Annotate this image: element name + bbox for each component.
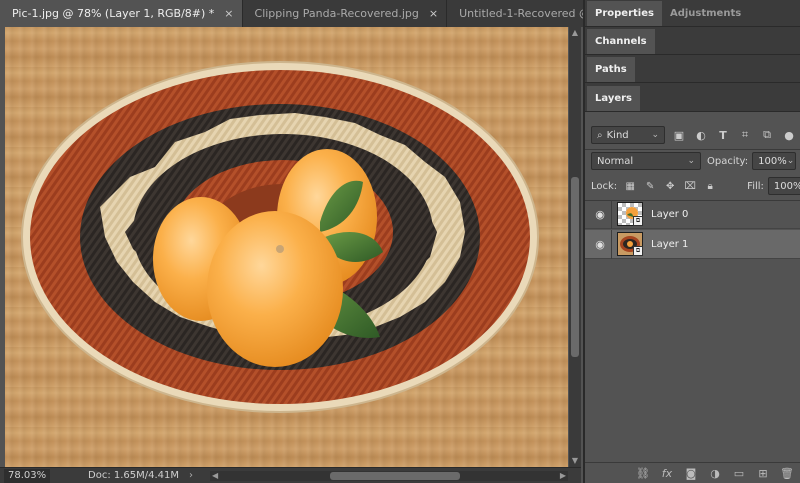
layer-thumbnail: ⧉: [617, 202, 643, 226]
scroll-left-icon[interactable]: ◀: [212, 471, 218, 480]
shape-filter-icon[interactable]: ⌗: [737, 128, 753, 142]
vertical-scroll-thumb[interactable]: [571, 177, 579, 357]
right-panel-dock: Properties Adjustments Channels Paths La…: [583, 0, 800, 483]
image-filter-icon[interactable]: ▣: [671, 128, 687, 142]
smart-object-icon: ⧉: [633, 216, 643, 226]
lock-position-icon[interactable]: ✥: [663, 179, 677, 193]
scroll-down-icon[interactable]: ▼: [569, 455, 581, 467]
tab-paths[interactable]: Paths: [587, 57, 635, 82]
lock-image-pixels-icon[interactable]: ✎: [643, 179, 657, 193]
lock-artboard-icon[interactable]: ⌧: [683, 179, 697, 193]
layer-row-layer-1[interactable]: ◉ ⧉ Layer 1: [585, 229, 800, 259]
fill-value: 100%: [773, 180, 800, 192]
layer-name[interactable]: Layer 0: [651, 209, 688, 220]
layer-filter-row: ⌕ Kind ⌄ ▣ ◐ T ⌗ ⧉ ●: [591, 126, 797, 144]
lock-row: Lock: ▦ ✎ ✥ ⌧ 🔒︎ Fill: 100% ⌄: [591, 177, 800, 195]
blend-mode-select[interactable]: Normal ⌄: [591, 152, 701, 170]
eye-icon[interactable]: ◉: [589, 208, 611, 221]
adjustment-icon[interactable]: ◑: [706, 465, 724, 481]
document-tab-pic-1[interactable]: Pic-1.jpg @ 78% (Layer 1, RGB/8#) * ×: [0, 0, 243, 27]
close-icon[interactable]: ×: [224, 7, 233, 20]
blend-row: Normal ⌄ Opacity: 100% ⌄: [591, 152, 797, 170]
tab-layers[interactable]: Layers: [587, 86, 640, 111]
tab-adjustments[interactable]: Adjustments: [661, 1, 750, 26]
layer-name[interactable]: Layer 1: [651, 239, 688, 250]
chevron-down-icon[interactable]: ⌄: [787, 156, 795, 166]
channels-panel-tabs: Channels: [585, 27, 800, 55]
canvas-image: [21, 61, 539, 413]
type-filter-icon[interactable]: T: [715, 128, 731, 142]
lock-all-icon[interactable]: 🔒︎: [703, 179, 717, 193]
adjustment-filter-icon[interactable]: ◐: [693, 128, 709, 142]
layer-thumbnail: ⧉: [617, 232, 643, 256]
document-canvas[interactable]: [5, 27, 568, 467]
chevron-down-icon: ⌄: [651, 130, 659, 140]
canvas-vertical-scrollbar[interactable]: ▲ ▼: [569, 27, 581, 467]
eye-icon[interactable]: ◉: [589, 238, 611, 251]
scroll-right-icon[interactable]: ▶: [560, 471, 566, 480]
document-tab-bar: Pic-1.jpg @ 78% (Layer 1, RGB/8#) * × Cl…: [0, 0, 664, 27]
zoom-field[interactable]: 78.03%: [4, 468, 50, 483]
link-icon[interactable]: ⛓: [634, 465, 652, 481]
status-menu-arrow[interactable]: ›: [189, 470, 193, 481]
filter-kind-label: Kind: [606, 129, 629, 141]
tab-properties[interactable]: Properties: [587, 1, 662, 26]
search-icon: ⌕: [597, 129, 603, 141]
scroll-up-icon[interactable]: ▲: [569, 27, 581, 39]
document-tab-clipping-panda[interactable]: Clipping Panda-Recovered.jpg ×: [242, 0, 448, 27]
fill-input[interactable]: 100% ⌄: [767, 177, 800, 195]
lock-label: Lock:: [591, 180, 618, 192]
paths-panel-tabs: Paths: [585, 55, 800, 83]
blend-mode-value: Normal: [597, 155, 634, 167]
filter-toggle-icon[interactable]: ●: [781, 128, 797, 142]
tab-channels[interactable]: Channels: [587, 29, 655, 54]
trash-icon[interactable]: 🗑︎: [778, 465, 796, 481]
opacity-value: 100%: [758, 155, 787, 167]
smart-object-filter-icon[interactable]: ⧉: [759, 128, 775, 142]
fx-icon[interactable]: fx: [658, 465, 676, 481]
layers-panel-tabs: Layers: [585, 83, 800, 112]
horizontal-scroll-thumb[interactable]: [330, 472, 460, 480]
doc-size-info: Doc: 1.65M/4.41M: [88, 470, 180, 481]
folder-icon[interactable]: ▭: [730, 465, 748, 481]
layers-panel: ⌕ Kind ⌄ ▣ ◐ T ⌗ ⧉ ● Normal ⌄ Opacity: 1…: [585, 120, 800, 483]
smart-object-icon: ⧉: [633, 246, 643, 256]
close-icon[interactable]: ×: [429, 7, 438, 20]
document-tab-title: Pic-1.jpg @ 78% (Layer 1, RGB/8#) *: [12, 7, 215, 20]
fill-label: Fill:: [747, 180, 764, 192]
layer-row-layer-0[interactable]: ◉ ⧉ Layer 0: [585, 199, 800, 229]
opacity-label: Opacity:: [707, 155, 749, 167]
opacity-input[interactable]: 100% ⌄: [752, 152, 797, 170]
canvas-horizontal-scrollbar[interactable]: ◀ ▶: [210, 471, 568, 481]
properties-panel-tabs: Properties Adjustments: [585, 0, 800, 27]
mask-icon[interactable]: ◙: [682, 465, 700, 481]
chevron-down-icon: ⌄: [687, 156, 695, 166]
lock-transparency-icon[interactable]: ▦: [623, 179, 637, 193]
document-tab-title: Clipping Panda-Recovered.jpg: [254, 7, 419, 20]
status-bar: 78.03% Doc: 1.65M/4.41M › ◀ ▶: [0, 467, 581, 483]
filter-kind-select[interactable]: ⌕ Kind ⌄: [591, 126, 665, 144]
layers-panel-footer: ⛓ fx ◙ ◑ ▭ ⊞ 🗑︎: [585, 462, 800, 483]
new-layer-icon[interactable]: ⊞: [754, 465, 772, 481]
